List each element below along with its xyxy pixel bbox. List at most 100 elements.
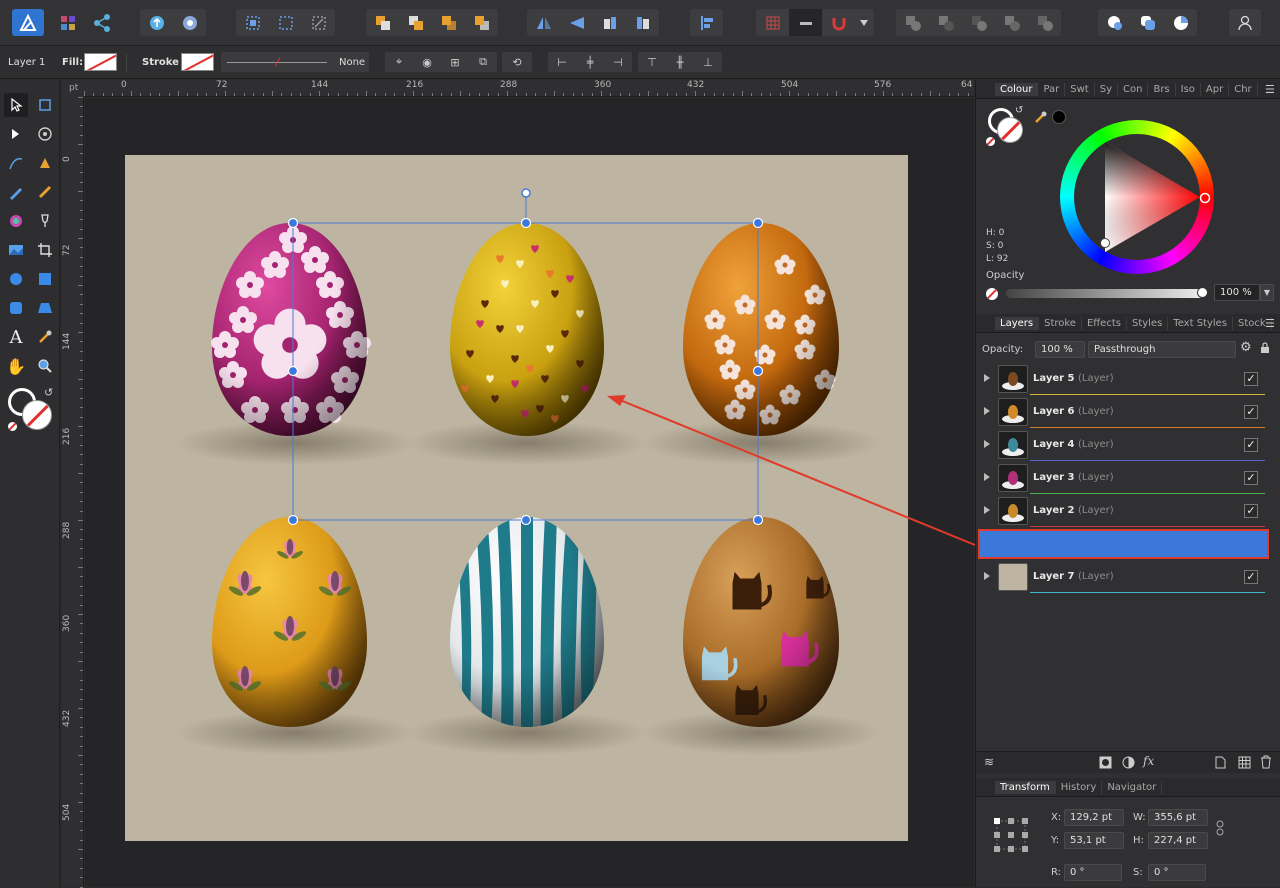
persona-pixel-icon[interactable] <box>52 9 84 36</box>
transform-h-field[interactable]: 227,4 pt <box>1148 832 1208 849</box>
layer-opacity-field[interactable]: 100 % <box>1035 341 1085 358</box>
ellipse-tool-icon[interactable] <box>4 267 28 291</box>
expand-arrow-icon[interactable] <box>984 473 990 481</box>
colour-opacity-field[interactable]: 100 % <box>1214 284 1260 301</box>
layer-drop-target-highlight[interactable] <box>978 529 1269 559</box>
bounding-box-icon[interactable]: ⊞ <box>441 56 469 69</box>
app-logo-icon[interactable] <box>12 9 44 36</box>
pen-curve-tool-icon[interactable] <box>4 151 28 175</box>
layers-panel-menu-icon[interactable]: ☰ <box>1265 317 1275 330</box>
tab-colour-5[interactable]: Brs <box>1148 82 1176 96</box>
tab-colour-8[interactable]: Chr <box>1229 82 1258 96</box>
group-layers-icon[interactable] <box>1238 756 1251 772</box>
layer-visibility-checkbox[interactable]: ✓ <box>1244 405 1258 419</box>
layer-visibility-checkbox[interactable]: ✓ <box>1244 504 1258 518</box>
colour-opacity-none-icon[interactable] <box>986 288 998 300</box>
transform-objects-icon[interactable]: ⧉ <box>469 55 497 69</box>
align-bottom-icon[interactable]: ⊥ <box>694 56 722 69</box>
colour-opacity-dropdown[interactable]: ▼ <box>1260 284 1274 301</box>
preview-eye-icon[interactable]: ◉ <box>413 56 441 69</box>
tab-layers-0[interactable]: Layers <box>995 316 1040 330</box>
pencil-tool-icon[interactable] <box>4 180 28 204</box>
stroke-swatch-circle[interactable] <box>22 400 52 430</box>
artboard-tool-icon[interactable] <box>33 93 57 117</box>
vertical-ruler[interactable]: 0 72 144 216 288 360 432 504 <box>62 97 84 888</box>
layer-row[interactable]: Layer 2 (Layer) ✓ <box>976 495 1266 528</box>
no-color-icon[interactable] <box>8 422 17 431</box>
divide-boolean-icon[interactable] <box>1028 9 1061 36</box>
expand-arrow-icon[interactable] <box>984 407 990 415</box>
colour-wheel[interactable] <box>1060 120 1214 274</box>
layer-stack-icon[interactable]: ≋ <box>984 755 994 769</box>
stroke-swatch[interactable] <box>181 53 214 71</box>
colour-none-icon[interactable] <box>986 137 995 146</box>
adjustment-layer-icon[interactable] <box>1122 756 1135 772</box>
tab-transform-2[interactable]: Navigator <box>1102 780 1163 794</box>
text-tool-icon[interactable]: A <box>4 325 28 349</box>
pie-shape-icon[interactable] <box>1164 9 1197 36</box>
layer-visibility-checkbox[interactable]: ✓ <box>1244 471 1258 485</box>
transparency-tool-icon[interactable] <box>33 209 57 233</box>
expand-arrow-icon[interactable] <box>984 506 990 514</box>
crop-tool-icon[interactable] <box>33 238 57 262</box>
move-to-front-icon[interactable] <box>465 9 498 36</box>
stroke-width-slider[interactable]: None <box>221 52 369 72</box>
trapezoid-tool-icon[interactable] <box>33 296 57 320</box>
tab-colour-7[interactable]: Apr <box>1201 82 1230 96</box>
add-boolean-icon[interactable] <box>896 9 929 36</box>
expand-arrow-icon[interactable] <box>984 440 990 448</box>
mask-layer-icon[interactable] <box>1099 756 1112 772</box>
selection-bounding-box[interactable] <box>85 98 974 887</box>
layer-row[interactable]: Layer 6 (Layer) ✓ <box>976 396 1266 429</box>
stack-shapes-icon[interactable] <box>1131 9 1164 36</box>
grid-icon[interactable] <box>756 9 789 36</box>
anchor-point-selector[interactable] <box>992 816 1030 854</box>
transform-s-field[interactable]: 0 ° <box>1148 864 1206 881</box>
transform-y-field[interactable]: 53,1 pt <box>1064 832 1124 849</box>
subtract-boolean-icon[interactable] <box>929 9 962 36</box>
tab-colour-2[interactable]: Swt <box>1065 82 1095 96</box>
assistant-icon[interactable] <box>173 9 206 36</box>
horizontal-ruler[interactable]: 0 72 144 216 288 360 432 504 576 64 <box>84 80 974 97</box>
snapping-magnet-icon[interactable] <box>822 9 855 36</box>
layer-visibility-checkbox[interactable]: ✓ <box>1244 372 1258 386</box>
colour-picker-icon[interactable] <box>1034 110 1048 127</box>
tab-colour-4[interactable]: Con <box>1118 82 1149 96</box>
align-icon[interactable] <box>690 9 723 36</box>
flip-vertical-icon[interactable] <box>560 9 593 36</box>
rotate-right-icon[interactable] <box>626 9 659 36</box>
delete-layer-icon[interactable] <box>1260 755 1272 772</box>
tab-colour-3[interactable]: Sy <box>1095 82 1118 96</box>
tab-layers-4[interactable]: Text Styles <box>1168 316 1234 330</box>
hand-tool-icon[interactable]: ✋ <box>4 354 28 378</box>
canvas-area[interactable] <box>85 98 974 887</box>
transform-r-field[interactable]: 0 ° <box>1064 864 1122 881</box>
lock-icon[interactable] <box>1260 342 1270 357</box>
tab-layers-3[interactable]: Styles <box>1127 316 1169 330</box>
rounded-rect-tool-icon[interactable] <box>4 296 28 320</box>
align-middle-icon[interactable]: ╫ <box>666 56 694 69</box>
brush-tool-icon[interactable] <box>33 180 57 204</box>
align-right-icon[interactable]: ⊣ <box>604 56 632 69</box>
pen-tool-icon[interactable] <box>33 151 57 175</box>
zoom-tool-icon[interactable] <box>33 354 57 378</box>
layer-row[interactable]: Layer 3 (Layer) ✓ <box>976 462 1266 495</box>
snapping-dropdown-icon[interactable] <box>855 9 873 36</box>
select-all-icon[interactable] <box>236 9 269 36</box>
layer-row[interactable]: Layer 7 (Layer) ✓ <box>976 561 1266 594</box>
fill-tool-icon[interactable] <box>4 209 28 233</box>
blend-mode-select[interactable]: Passthrough <box>1088 341 1236 358</box>
layer-row[interactable]: Layer 5 (Layer) ✓ <box>976 363 1266 396</box>
layer-row[interactable]: Layer 4 (Layer) ✓ <box>976 429 1266 462</box>
colour-fill-stroke-swatches[interactable]: ↺ <box>986 105 1028 148</box>
flip-horizontal-icon[interactable] <box>527 9 560 36</box>
swap-colors-icon[interactable]: ↺ <box>44 386 53 399</box>
corner-tool-icon[interactable] <box>33 122 57 146</box>
speech-bubble-icon[interactable] <box>1098 9 1131 36</box>
colour-triangle[interactable] <box>1060 120 1214 274</box>
tab-transform-1[interactable]: History <box>1056 780 1103 794</box>
move-back-one-icon[interactable] <box>399 9 432 36</box>
tab-layers-2[interactable]: Effects <box>1082 316 1127 330</box>
invert-selection-icon[interactable] <box>302 9 335 36</box>
user-account-icon[interactable] <box>1229 9 1261 36</box>
